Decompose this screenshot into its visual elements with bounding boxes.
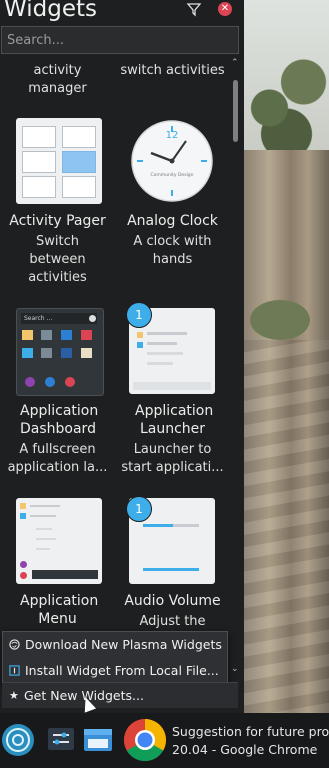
app-launcher-icon[interactable]	[0, 721, 38, 759]
google-chrome-icon[interactable]	[122, 717, 168, 763]
widget-activity-pager[interactable]: Activity Pager Switch between activities	[0, 118, 115, 328]
wallpaper-trees	[244, 30, 329, 160]
wallpaper-bush	[250, 300, 310, 340]
volume-count-badge: 1	[126, 496, 152, 522]
install-local-widget-item[interactable]: Install Widget From Local File...	[3, 658, 227, 684]
package-icon	[9, 665, 20, 676]
wallpaper-rock-texture	[244, 340, 329, 713]
widget-desc: A fullscreen application la...	[7, 442, 108, 475]
widget-name: Application Launcher	[135, 403, 214, 437]
widget-desc: activity manager	[28, 63, 87, 96]
download-plasma-widgets-item[interactable]: Download New Plasma Widgets	[3, 632, 227, 658]
filter-icon[interactable]	[186, 1, 202, 17]
widget-name: Application Menu	[20, 593, 99, 627]
system-settings-icon[interactable]	[44, 721, 82, 759]
task-title-line1: Suggestion for future prob	[172, 724, 329, 739]
widget-desc: A clock with hands	[133, 234, 212, 267]
scrollbar-thumb[interactable]	[233, 80, 238, 142]
widgets-panel: Widgets ✕ activity manager switch activi…	[0, 0, 244, 713]
svg-text:12: 12	[166, 130, 179, 141]
widget-analog-clock[interactable]: 12 Community Design Analog Clock A clock…	[115, 118, 230, 328]
get-new-widgets-button[interactable]: ★ Get New Widgets...	[2, 682, 238, 708]
star-icon: ★	[9, 689, 19, 702]
globe-icon	[9, 639, 20, 650]
widget-desc: Launcher to start applicati...	[121, 442, 224, 475]
analog-clock-icon: 12 Community Design	[131, 120, 213, 202]
widget-application-launcher[interactable]: 1 Application Launcher Launcher to start…	[115, 302, 230, 508]
get-widgets-menu: Download New Plasma Widgets Install Widg…	[2, 631, 228, 687]
widget-name: Audio Volume	[124, 593, 221, 609]
dashboard-thumb-search: Search ...	[21, 313, 97, 324]
widget-desc: Switch between activities	[28, 234, 87, 285]
search-input[interactable]	[1, 26, 239, 54]
widget-list: activity manager switch activities Activ…	[0, 56, 230, 676]
widget-desc: switch activities	[120, 63, 225, 78]
widget-name: Application Dashboard	[20, 403, 99, 437]
download-label: Download New Plasma Widgets	[25, 637, 222, 652]
task-title-line2: 20.04 - Google Chrome	[172, 742, 318, 757]
close-icon[interactable]: ✕	[218, 2, 232, 16]
widget-name: Activity Pager	[9, 213, 106, 229]
widget-list-scrollbar[interactable]: ⌃ ⌄	[231, 58, 241, 678]
install-label: Install Widget From Local File...	[25, 663, 219, 678]
widget-activity-manager[interactable]: activity manager	[0, 62, 115, 98]
scroll-down-icon[interactable]: ⌄	[231, 664, 239, 674]
scroll-up-icon[interactable]: ⌃	[231, 58, 239, 68]
clock-brand-label: Community Design	[150, 172, 193, 178]
file-manager-icon[interactable]	[80, 721, 118, 759]
widget-switch-activities[interactable]: switch activities	[115, 62, 230, 80]
activity-pager-thumbnail	[16, 118, 102, 204]
launcher-count-badge: 1	[126, 302, 152, 328]
taskbar: Suggestion for future prob 20.04 - Googl…	[0, 713, 329, 768]
application-dashboard-thumbnail: Search ...	[16, 308, 104, 396]
application-menu-thumbnail	[16, 498, 102, 584]
widget-name: Analog Clock	[127, 213, 218, 229]
panel-title: Widgets	[4, 0, 97, 22]
chrome-task-title[interactable]: Suggestion for future prob 20.04 - Googl…	[172, 723, 329, 759]
widget-application-dashboard[interactable]: Search ... Application Dashboard A fulls…	[0, 308, 115, 508]
widget-desc: Adjust the	[139, 614, 206, 629]
